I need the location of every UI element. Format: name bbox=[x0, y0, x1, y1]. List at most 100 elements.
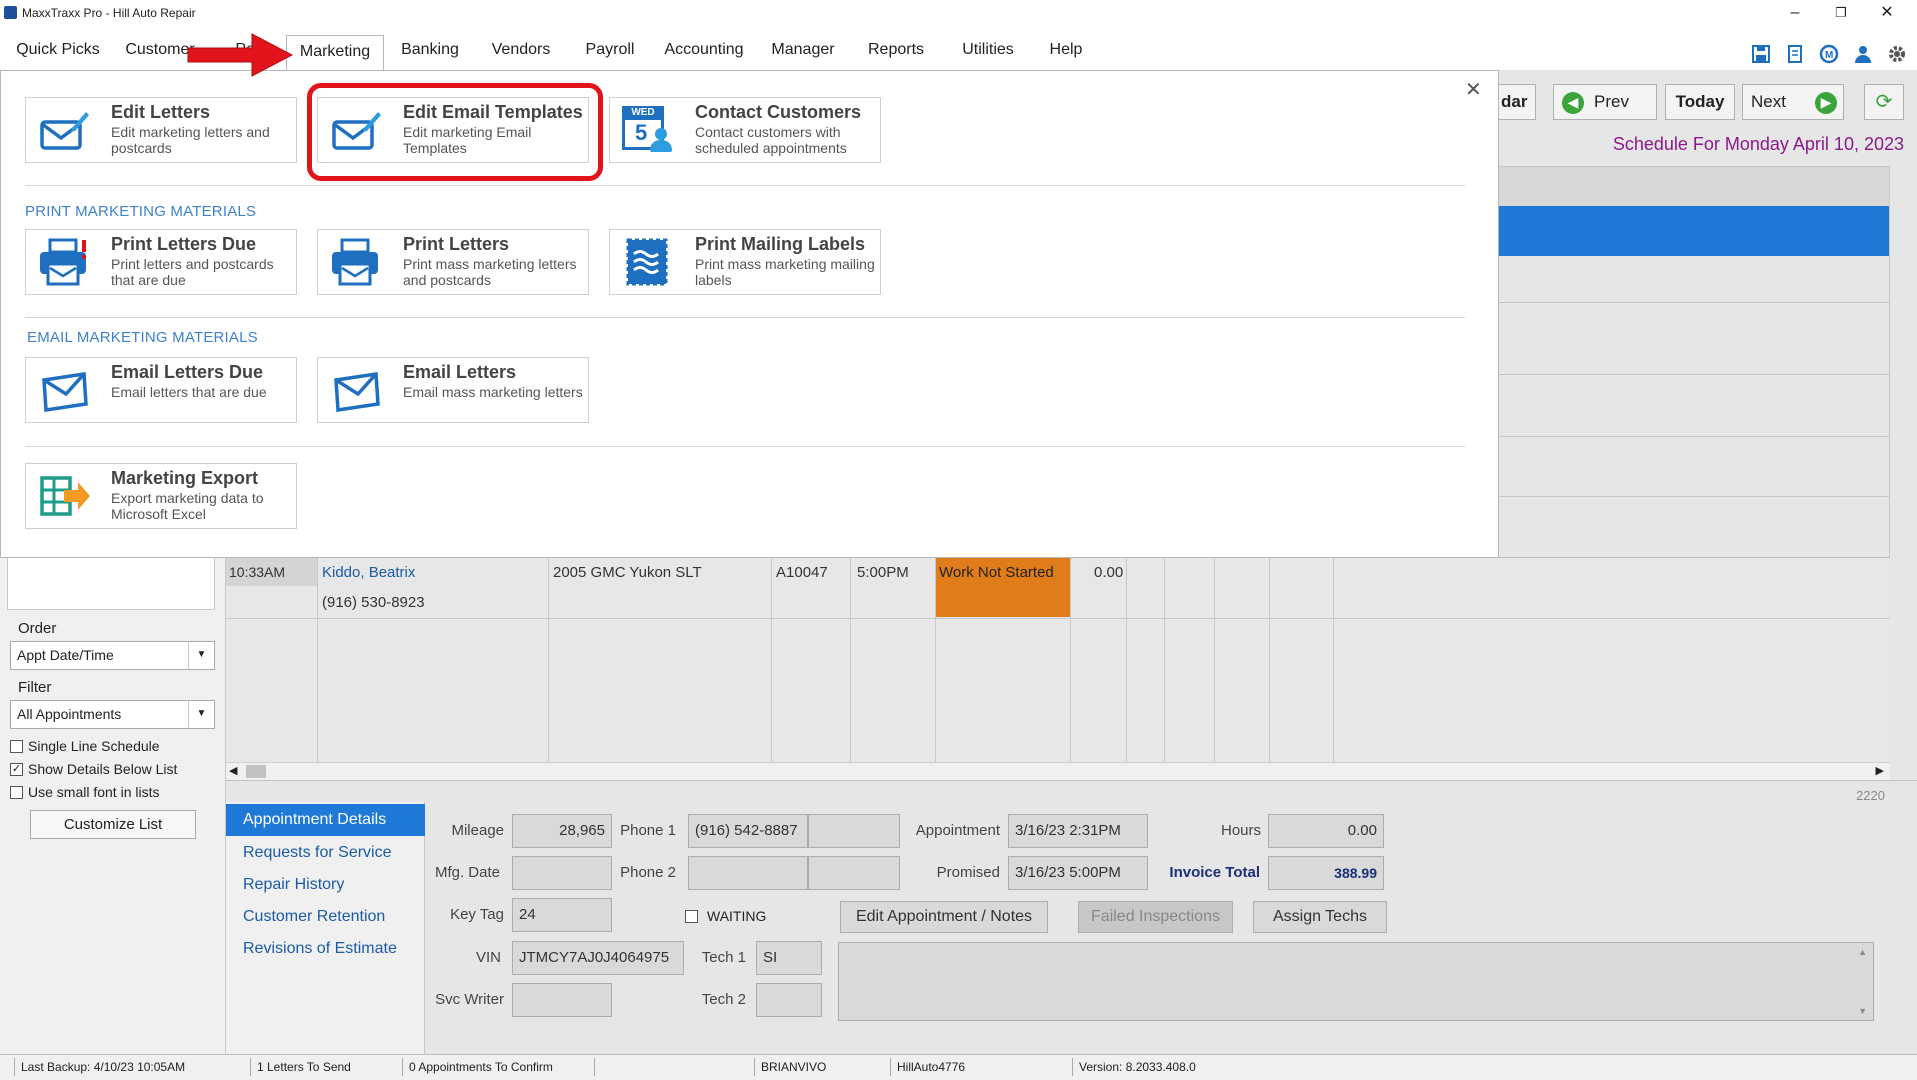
show-details-checkbox[interactable]: ✓ bbox=[10, 763, 23, 776]
nav-repair-history[interactable]: Repair History bbox=[243, 876, 344, 894]
phone1-ext-field[interactable] bbox=[808, 814, 900, 848]
calendar-person-icon: WED 5 bbox=[622, 106, 674, 154]
app-icon bbox=[4, 6, 17, 19]
menu-accounting[interactable]: Accounting bbox=[658, 28, 750, 70]
edit-appointment-button[interactable]: Edit Appointment / Notes bbox=[840, 901, 1048, 933]
row-divider bbox=[226, 618, 1890, 619]
card-title: Edit Letters bbox=[111, 102, 211, 122]
card-contact-customers[interactable]: WED 5 Contact Customers Contact customer… bbox=[609, 97, 881, 163]
tech2-field[interactable] bbox=[756, 983, 822, 1017]
menu-help[interactable]: Help bbox=[1040, 28, 1092, 70]
customize-list-button[interactable]: Customize List bbox=[30, 810, 196, 839]
card-desc: Email mass marketing letters bbox=[403, 384, 583, 400]
title-bar: MaxxTraxx Pro - Hill Auto Repair – ❐ ✕ bbox=[0, 0, 1917, 28]
small-font-checkbox[interactable] bbox=[10, 786, 23, 799]
horizontal-scrollbar[interactable]: ◀ ▶ bbox=[226, 762, 1890, 780]
card-title: Contact Customers bbox=[695, 102, 862, 122]
card-email-letters[interactable]: Email Letters Email mass marketing lette… bbox=[317, 357, 589, 423]
appt-promised: 5:00PM bbox=[857, 564, 909, 581]
phone2-ext-field[interactable] bbox=[808, 856, 900, 890]
assign-techs-button[interactable]: Assign Techs bbox=[1253, 901, 1387, 933]
person-body bbox=[650, 140, 672, 152]
scroll-left-icon[interactable]: ◀ bbox=[229, 764, 237, 777]
calendar-button[interactable]: dar bbox=[1496, 84, 1536, 120]
refresh-icon[interactable]: ⟳ bbox=[1864, 84, 1904, 120]
waiting-checkbox[interactable] bbox=[685, 910, 698, 923]
notes-textarea[interactable]: ▲ ▼ bbox=[838, 942, 1874, 1021]
failed-inspections-button[interactable]: Failed Inspections bbox=[1078, 901, 1233, 933]
close-window-button[interactable]: ✕ bbox=[1864, 0, 1910, 28]
today-button[interactable]: Today bbox=[1665, 84, 1735, 120]
chevron-down-icon[interactable]: ▼ bbox=[188, 642, 214, 669]
nav-requests-for-service[interactable]: Requests for Service bbox=[243, 844, 392, 862]
appointment-field[interactable]: 3/16/23 2:31PM bbox=[1008, 814, 1148, 848]
filter-select[interactable]: All Appointments ▼ bbox=[10, 700, 215, 729]
close-icon[interactable]: ✕ bbox=[1465, 77, 1482, 102]
card-desc: Contact customers with scheduled appoint… bbox=[695, 124, 847, 156]
phone1-field[interactable]: (916) 542-8887 bbox=[688, 814, 808, 848]
prev-label: Prev bbox=[1594, 92, 1629, 111]
save-icon[interactable] bbox=[1750, 43, 1772, 65]
tech2-label: Tech 2 bbox=[701, 991, 746, 1008]
card-email-letters-due[interactable]: Email Letters Due Email letters that are… bbox=[25, 357, 297, 423]
restore-button[interactable]: ❐ bbox=[1818, 0, 1864, 28]
menu-banking[interactable]: Banking bbox=[392, 28, 468, 70]
col-divider bbox=[1126, 558, 1127, 763]
scroll-right-icon[interactable]: ▶ bbox=[1876, 764, 1884, 777]
divider bbox=[25, 317, 1465, 318]
menu-vendors[interactable]: Vendors bbox=[480, 28, 562, 70]
key-tag-label: Key Tag bbox=[450, 906, 504, 923]
promised-label: Promised bbox=[936, 864, 1000, 881]
nav-appointment-details[interactable]: Appointment Details bbox=[226, 804, 425, 836]
vin-field[interactable]: JTMCY7AJ0J4064975 bbox=[512, 941, 684, 975]
menu-reports[interactable]: Reports bbox=[858, 28, 934, 70]
card-desc: Print letters and postcards that are due bbox=[111, 256, 274, 288]
mfg-date-field[interactable] bbox=[512, 856, 612, 890]
svc-writer-field[interactable] bbox=[512, 983, 612, 1017]
scroll-thumb[interactable] bbox=[246, 765, 266, 778]
mileage-field[interactable]: 28,965 bbox=[512, 814, 612, 848]
status-database: HillAuto4776 bbox=[890, 1058, 1072, 1076]
row-divider bbox=[1497, 302, 1890, 303]
menu-marketing[interactable]: Marketing bbox=[286, 35, 384, 71]
card-print-mailing-labels[interactable]: Print Mailing Labels Print mass marketin… bbox=[609, 229, 881, 295]
scroll-down-icon[interactable]: ▼ bbox=[1858, 1006, 1867, 1016]
card-edit-letters[interactable]: Edit Letters Edit marketing letters and … bbox=[25, 97, 297, 163]
order-select[interactable]: Appt Date/Time ▼ bbox=[10, 641, 215, 670]
minimize-button[interactable]: – bbox=[1772, 0, 1818, 28]
key-tag-field[interactable]: 24 bbox=[512, 898, 612, 932]
menu-manager[interactable]: Manager bbox=[764, 28, 842, 70]
card-title: Marketing Export bbox=[111, 468, 259, 488]
user-icon[interactable] bbox=[1852, 43, 1874, 65]
single-line-checkbox[interactable] bbox=[10, 740, 23, 753]
nav-customer-retention[interactable]: Customer Retention bbox=[243, 908, 385, 926]
card-marketing-export[interactable]: Marketing Export Export marketing data t… bbox=[25, 463, 297, 529]
menu-payroll[interactable]: Payroll bbox=[576, 28, 644, 70]
small-font-label: Use small font in lists bbox=[28, 784, 160, 800]
selected-row[interactable] bbox=[1497, 206, 1890, 256]
notes-icon[interactable] bbox=[1784, 43, 1806, 65]
stamp-icon bbox=[626, 238, 668, 286]
invoice-total-field: 388.99 bbox=[1268, 856, 1384, 890]
chevron-down-icon[interactable]: ▼ bbox=[188, 701, 214, 728]
appt-customer-link[interactable]: Kiddo, Beatrix bbox=[322, 564, 415, 581]
scroll-up-icon[interactable]: ▲ bbox=[1858, 947, 1867, 957]
tech1-field[interactable]: SI bbox=[756, 941, 822, 975]
phone2-field[interactable] bbox=[688, 856, 808, 890]
gear-icon[interactable] bbox=[1886, 43, 1908, 65]
col-divider bbox=[1164, 558, 1165, 763]
next-label: Next bbox=[1751, 92, 1786, 111]
menu-quick-picks[interactable]: Quick Picks bbox=[8, 28, 108, 70]
card-print-letters-due[interactable]: Print Letters Due Print letters and post… bbox=[25, 229, 297, 295]
menu-utilities[interactable]: Utilities bbox=[950, 28, 1026, 70]
maxx-logo-icon[interactable]: M bbox=[1818, 43, 1840, 65]
order-value: Appt Date/Time bbox=[17, 647, 114, 663]
nav-revisions-of-estimate[interactable]: Revisions of Estimate bbox=[243, 940, 397, 958]
appt-phone: (916) 530-8923 bbox=[322, 594, 425, 611]
next-button[interactable]: Next ▶ bbox=[1742, 84, 1844, 120]
status-letters: 1 Letters To Send bbox=[250, 1058, 402, 1076]
card-print-letters[interactable]: Print Letters Print mass marketing lette… bbox=[317, 229, 589, 295]
hours-field[interactable]: 0.00 bbox=[1268, 814, 1384, 848]
prev-button[interactable]: ◀ Prev bbox=[1553, 84, 1657, 120]
promised-field[interactable]: 3/16/23 5:00PM bbox=[1008, 856, 1148, 890]
